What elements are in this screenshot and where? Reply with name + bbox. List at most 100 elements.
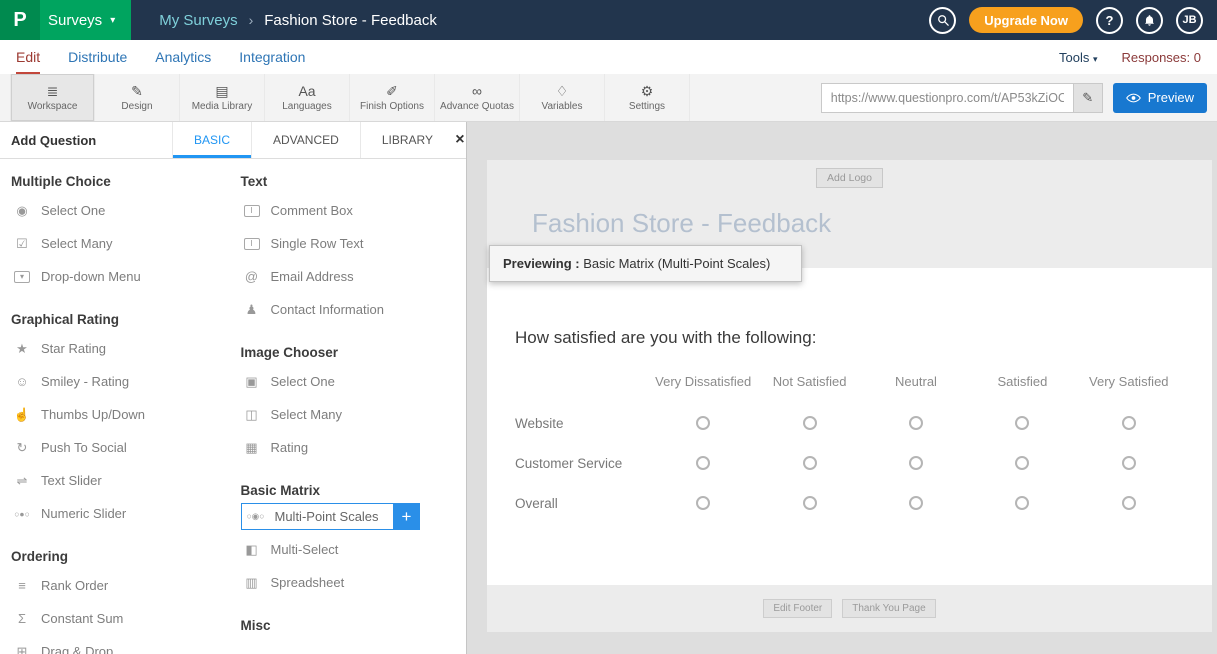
tools-menu[interactable]: Tools ▾	[1059, 50, 1098, 65]
radio-button[interactable]	[696, 496, 710, 510]
select-many-icon: ☑	[11, 236, 33, 252]
radio-button[interactable]	[909, 456, 923, 470]
question-type-label: Multi-Select	[271, 542, 339, 557]
radio-button[interactable]	[1122, 416, 1136, 430]
question-type-single-row-text[interactable]: ISingle Row Text	[241, 227, 461, 260]
toolbar-item-media-library[interactable]: ▤Media Library	[180, 74, 265, 121]
product-menu-label: Surveys	[48, 12, 102, 29]
radio-button[interactable]	[909, 496, 923, 510]
question-type-label: Single Row Text	[271, 236, 364, 251]
radio-button[interactable]	[1015, 416, 1029, 430]
panel-tab-basic[interactable]: BASIC	[172, 122, 251, 158]
matrix-cell	[863, 443, 969, 483]
question-type-drag-drop[interactable]: ⊞Drag & Drop	[11, 635, 231, 654]
question-type-select-one[interactable]: ▣Select One	[241, 365, 461, 398]
matrix-row-overall: Overall	[515, 483, 650, 523]
avatar[interactable]: JB	[1176, 7, 1203, 34]
toolbar-item-design[interactable]: ✎Design	[95, 74, 180, 121]
question-type-multi-select[interactable]: ◧Multi-Select	[241, 533, 461, 566]
question-type-smiley-rating[interactable]: ☺Smiley - Rating	[11, 365, 231, 398]
toolbar-items: ≣Workspace✎Design▤Media LibraryAaLanguag…	[10, 74, 690, 121]
matrix-cell	[756, 403, 862, 443]
question-card: How satisfied are you with the following…	[487, 268, 1212, 585]
search-button[interactable]	[929, 7, 956, 34]
edit-url-button[interactable]: ✎	[1073, 83, 1103, 113]
toolbar-item-finish-options[interactable]: ✐Finish Options	[350, 74, 435, 121]
radio-button[interactable]	[696, 456, 710, 470]
radio-button[interactable]	[803, 496, 817, 510]
matrix-cell	[650, 443, 756, 483]
toolbar-item-variables[interactable]: ♢Variables	[520, 74, 605, 121]
image-select-many-icon: ◫	[241, 407, 263, 423]
question-type-label: Constant Sum	[41, 611, 123, 626]
add-logo-button[interactable]: Add Logo	[816, 168, 883, 188]
breadcrumb-my-surveys[interactable]: My Surveys	[159, 12, 237, 29]
question-type-multi-point-scales[interactable]: ○◉○Multi-Point Scales+	[241, 503, 394, 530]
matrix-row-website: Website	[515, 403, 650, 443]
toolbar-item-languages[interactable]: AaLanguages	[265, 74, 350, 121]
panel-tab-advanced[interactable]: ADVANCED	[251, 122, 360, 158]
question-type-comment-box[interactable]: IComment Box	[241, 194, 461, 227]
comment-box-icon: I	[244, 205, 260, 217]
toolbar-item-advance-quotas[interactable]: ∞Advance Quotas	[435, 74, 520, 121]
matrix-column-not-satisfied: Not Satisfied	[756, 350, 862, 403]
toolbar: ≣Workspace✎Design▤Media LibraryAaLanguag…	[0, 74, 1217, 122]
question-type-push-to-social[interactable]: ↻Push To Social	[11, 431, 231, 464]
toolbar-item-workspace[interactable]: ≣Workspace	[10, 74, 95, 121]
responses-count[interactable]: Responses: 0	[1122, 50, 1202, 65]
question-type-constant-sum[interactable]: ΣConstant Sum	[11, 602, 231, 635]
question-type-select-many[interactable]: ☑Select Many	[11, 227, 231, 260]
panel-title: Add Question	[0, 122, 172, 158]
previewing-label: Previewing :	[503, 256, 580, 271]
workspace: Add Question BASICADVANCEDLIBRARY × Mult…	[0, 122, 1217, 654]
nav-tab-distribute[interactable]: Distribute	[68, 40, 127, 74]
nav-tab-analytics[interactable]: Analytics	[155, 40, 211, 74]
question-type-contact-information[interactable]: ♟Contact Information	[241, 293, 461, 326]
question-type-spreadsheet[interactable]: ▥Spreadsheet	[241, 566, 461, 599]
matrix-column-satisfied: Satisfied	[969, 350, 1075, 403]
group-heading-multiple-choice: Multiple Choice	[11, 174, 231, 189]
question-type-thumbs-up-down[interactable]: ☝Thumbs Up/Down	[11, 398, 231, 431]
question-type-numeric-slider[interactable]: ○●○Numeric Slider	[11, 497, 231, 530]
toolbar-item-settings[interactable]: ⚙Settings	[605, 74, 690, 121]
question-type-label: Select One	[41, 203, 105, 218]
add-question-plus-button[interactable]: +	[394, 503, 420, 530]
radio-button[interactable]	[803, 416, 817, 430]
radio-button[interactable]	[803, 456, 817, 470]
radio-button[interactable]	[1015, 496, 1029, 510]
question-type-select-one[interactable]: ◉Select One	[11, 194, 231, 227]
question-type-label: Select One	[271, 374, 335, 389]
question-type-star-rating[interactable]: ★Star Rating	[11, 332, 231, 365]
notifications-button[interactable]	[1136, 7, 1163, 34]
question-type-drop-down-menu[interactable]: ▾Drop-down Menu	[11, 260, 231, 293]
matrix-cell	[1076, 443, 1182, 483]
matrix-cell	[650, 403, 756, 443]
panel-tab-library[interactable]: LIBRARY	[360, 122, 454, 158]
edit-footer-button[interactable]: Edit Footer	[763, 599, 832, 618]
radio-button[interactable]	[1122, 496, 1136, 510]
product-switcher[interactable]: P Surveys ▾	[0, 0, 131, 40]
question-type-email-address[interactable]: @Email Address	[241, 260, 461, 293]
push-to-social-icon: ↻	[11, 440, 33, 456]
radio-button[interactable]	[696, 416, 710, 430]
question-type-select-many[interactable]: ◫Select Many	[241, 398, 461, 431]
radio-button[interactable]	[909, 416, 923, 430]
question-type-rank-order[interactable]: ≡Rank Order	[11, 569, 231, 602]
upgrade-now-button[interactable]: Upgrade Now	[969, 7, 1083, 33]
survey-url-input[interactable]	[821, 83, 1073, 113]
group-heading-text: Text	[241, 174, 461, 189]
close-panel-button[interactable]: ×	[454, 122, 466, 158]
drag-drop-icon: ⊞	[11, 644, 33, 654]
nav-tab-edit[interactable]: Edit	[16, 40, 40, 74]
question-type-text-slider[interactable]: ⇌Text Slider	[11, 464, 231, 497]
question-type-rating[interactable]: ▦Rating	[241, 431, 461, 464]
radio-button[interactable]	[1015, 456, 1029, 470]
nav-tab-integration[interactable]: Integration	[239, 40, 305, 74]
breadcrumb-current: Fashion Store - Feedback	[264, 12, 437, 29]
thank-you-page-button[interactable]: Thank You Page	[842, 599, 935, 618]
radio-button[interactable]	[1122, 456, 1136, 470]
preview-button[interactable]: Preview	[1113, 83, 1207, 113]
matrix-cell	[1076, 403, 1182, 443]
help-button[interactable]: ?	[1096, 7, 1123, 34]
previewing-popover: Previewing : Basic Matrix (Multi-Point S…	[489, 245, 802, 282]
